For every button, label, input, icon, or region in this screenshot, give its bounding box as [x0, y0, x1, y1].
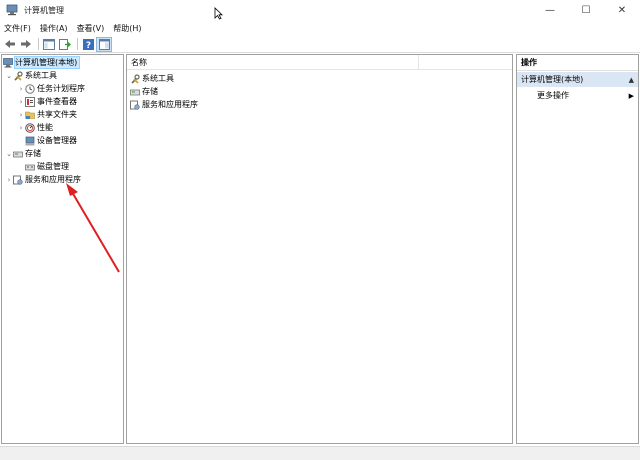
- chevron-down-icon[interactable]: ⌄: [5, 69, 13, 82]
- tree-item-label: 共享文件夹: [37, 110, 77, 119]
- svg-text:?: ?: [85, 41, 90, 50]
- performance-icon: [25, 122, 35, 133]
- export-list-icon[interactable]: [58, 38, 72, 51]
- tree-item-event-viewer[interactable]: › 事件查看器: [17, 95, 77, 108]
- properties-icon[interactable]: [96, 36, 112, 52]
- list-item-label: 系统工具: [142, 74, 174, 83]
- submenu-arrow-icon: ▶: [628, 91, 634, 100]
- tree-item-label: 系统工具: [25, 71, 57, 80]
- actions-header: 操作: [517, 55, 638, 71]
- title-bar[interactable]: 计算机管理 — ☐ ✕: [0, 0, 640, 20]
- event-viewer-icon: [25, 96, 35, 107]
- results-list-pane[interactable]: 名称 系统工具 存储 服务和应用程序: [126, 54, 513, 444]
- collapse-arrow-icon[interactable]: ▲: [629, 76, 634, 84]
- tree-item-label: 磁盘管理: [37, 162, 69, 171]
- back-arrow-icon[interactable]: [3, 38, 17, 51]
- chevron-right-icon[interactable]: ›: [5, 173, 13, 186]
- tree-item-label: 设备管理器: [37, 136, 77, 145]
- tree-item-system-tools[interactable]: ⌄ 系统工具: [5, 69, 57, 82]
- actions-section-label: 计算机管理(本地): [521, 75, 584, 84]
- computer-management-icon: [3, 57, 13, 68]
- console-tree-pane[interactable]: 计算机管理(本地) ⌄ 系统工具 › 任务计划程序 › 事件查看器 › 共享文件…: [1, 54, 124, 444]
- storage-icon: [13, 149, 23, 159]
- tree-item-task-scheduler[interactable]: › 任务计划程序: [17, 82, 85, 95]
- mouse-cursor-icon: [214, 7, 223, 20]
- more-actions-item[interactable]: 更多操作 ▶: [537, 89, 637, 102]
- chevron-right-icon[interactable]: ›: [17, 95, 25, 108]
- tree-item-performance[interactable]: › 性能: [17, 121, 53, 134]
- tree-item-label: 存储: [25, 149, 41, 158]
- toolbar: ?: [0, 36, 640, 53]
- more-actions-label: 更多操作: [537, 91, 569, 100]
- chevron-right-icon[interactable]: ›: [17, 121, 25, 134]
- menu-file[interactable]: 文件(F): [4, 23, 31, 34]
- tree-item-label: 事件查看器: [37, 97, 77, 106]
- list-item-storage[interactable]: 存储: [130, 85, 158, 98]
- tree-item-storage[interactable]: ⌄ 存储: [5, 147, 41, 160]
- actions-section-computer-management[interactable]: 计算机管理(本地) ▲: [517, 72, 638, 87]
- maximize-button[interactable]: ☐: [568, 0, 604, 20]
- menu-view[interactable]: 查看(V): [77, 23, 105, 34]
- toolbar-divider: [38, 38, 39, 50]
- minimize-button[interactable]: —: [532, 0, 568, 20]
- menu-help[interactable]: 帮助(H): [113, 23, 141, 34]
- show-hide-tree-icon[interactable]: [42, 38, 56, 51]
- clock-icon: [25, 83, 35, 94]
- list-item-system-tools[interactable]: 系统工具: [130, 72, 174, 85]
- toolbar-divider: [77, 38, 78, 50]
- list-item-services-and-applications[interactable]: 服务和应用程序: [130, 98, 198, 111]
- help-icon[interactable]: ?: [81, 38, 95, 51]
- chevron-right-icon[interactable]: ›: [17, 82, 25, 95]
- tree-item-label: 服务和应用程序: [25, 175, 81, 184]
- tree-item-disk-management[interactable]: 磁盘管理: [25, 160, 69, 173]
- tree-root-label: 计算机管理(本地): [13, 56, 81, 69]
- tree-item-services-and-applications[interactable]: › 服务和应用程序: [5, 173, 81, 186]
- actions-pane: 操作 计算机管理(本地) ▲ 更多操作 ▶: [516, 54, 639, 444]
- device-manager-icon: [25, 136, 35, 146]
- chevron-right-icon[interactable]: ›: [17, 108, 25, 121]
- status-bar: [0, 446, 640, 460]
- tree-item-label: 性能: [37, 123, 53, 132]
- forward-arrow-icon[interactable]: [19, 38, 33, 51]
- window-title: 计算机管理: [24, 5, 64, 15]
- storage-icon: [130, 87, 140, 97]
- menu-action[interactable]: 操作(A): [40, 23, 68, 34]
- computer-management-icon: [6, 4, 18, 16]
- tree-root[interactable]: 计算机管理(本地): [3, 56, 81, 69]
- tree-item-device-manager[interactable]: 设备管理器: [25, 134, 77, 147]
- disk-icon: [25, 162, 35, 172]
- tools-icon: [130, 73, 140, 84]
- shared-folder-icon: [25, 110, 35, 120]
- list-item-label: 存储: [142, 87, 158, 96]
- services-icon: [13, 175, 23, 185]
- list-item-label: 服务和应用程序: [142, 100, 198, 109]
- tree-item-label: 任务计划程序: [37, 84, 85, 93]
- list-column-header[interactable]: 名称: [127, 54, 512, 70]
- close-button[interactable]: ✕: [604, 0, 640, 20]
- services-icon: [130, 100, 140, 110]
- tools-icon: [13, 70, 23, 81]
- column-name-header[interactable]: 名称: [127, 54, 419, 70]
- tree-item-shared-folders[interactable]: › 共享文件夹: [17, 108, 77, 121]
- chevron-down-icon[interactable]: ⌄: [5, 147, 13, 160]
- menu-bar: 文件(F) 操作(A) 查看(V) 帮助(H): [0, 20, 640, 36]
